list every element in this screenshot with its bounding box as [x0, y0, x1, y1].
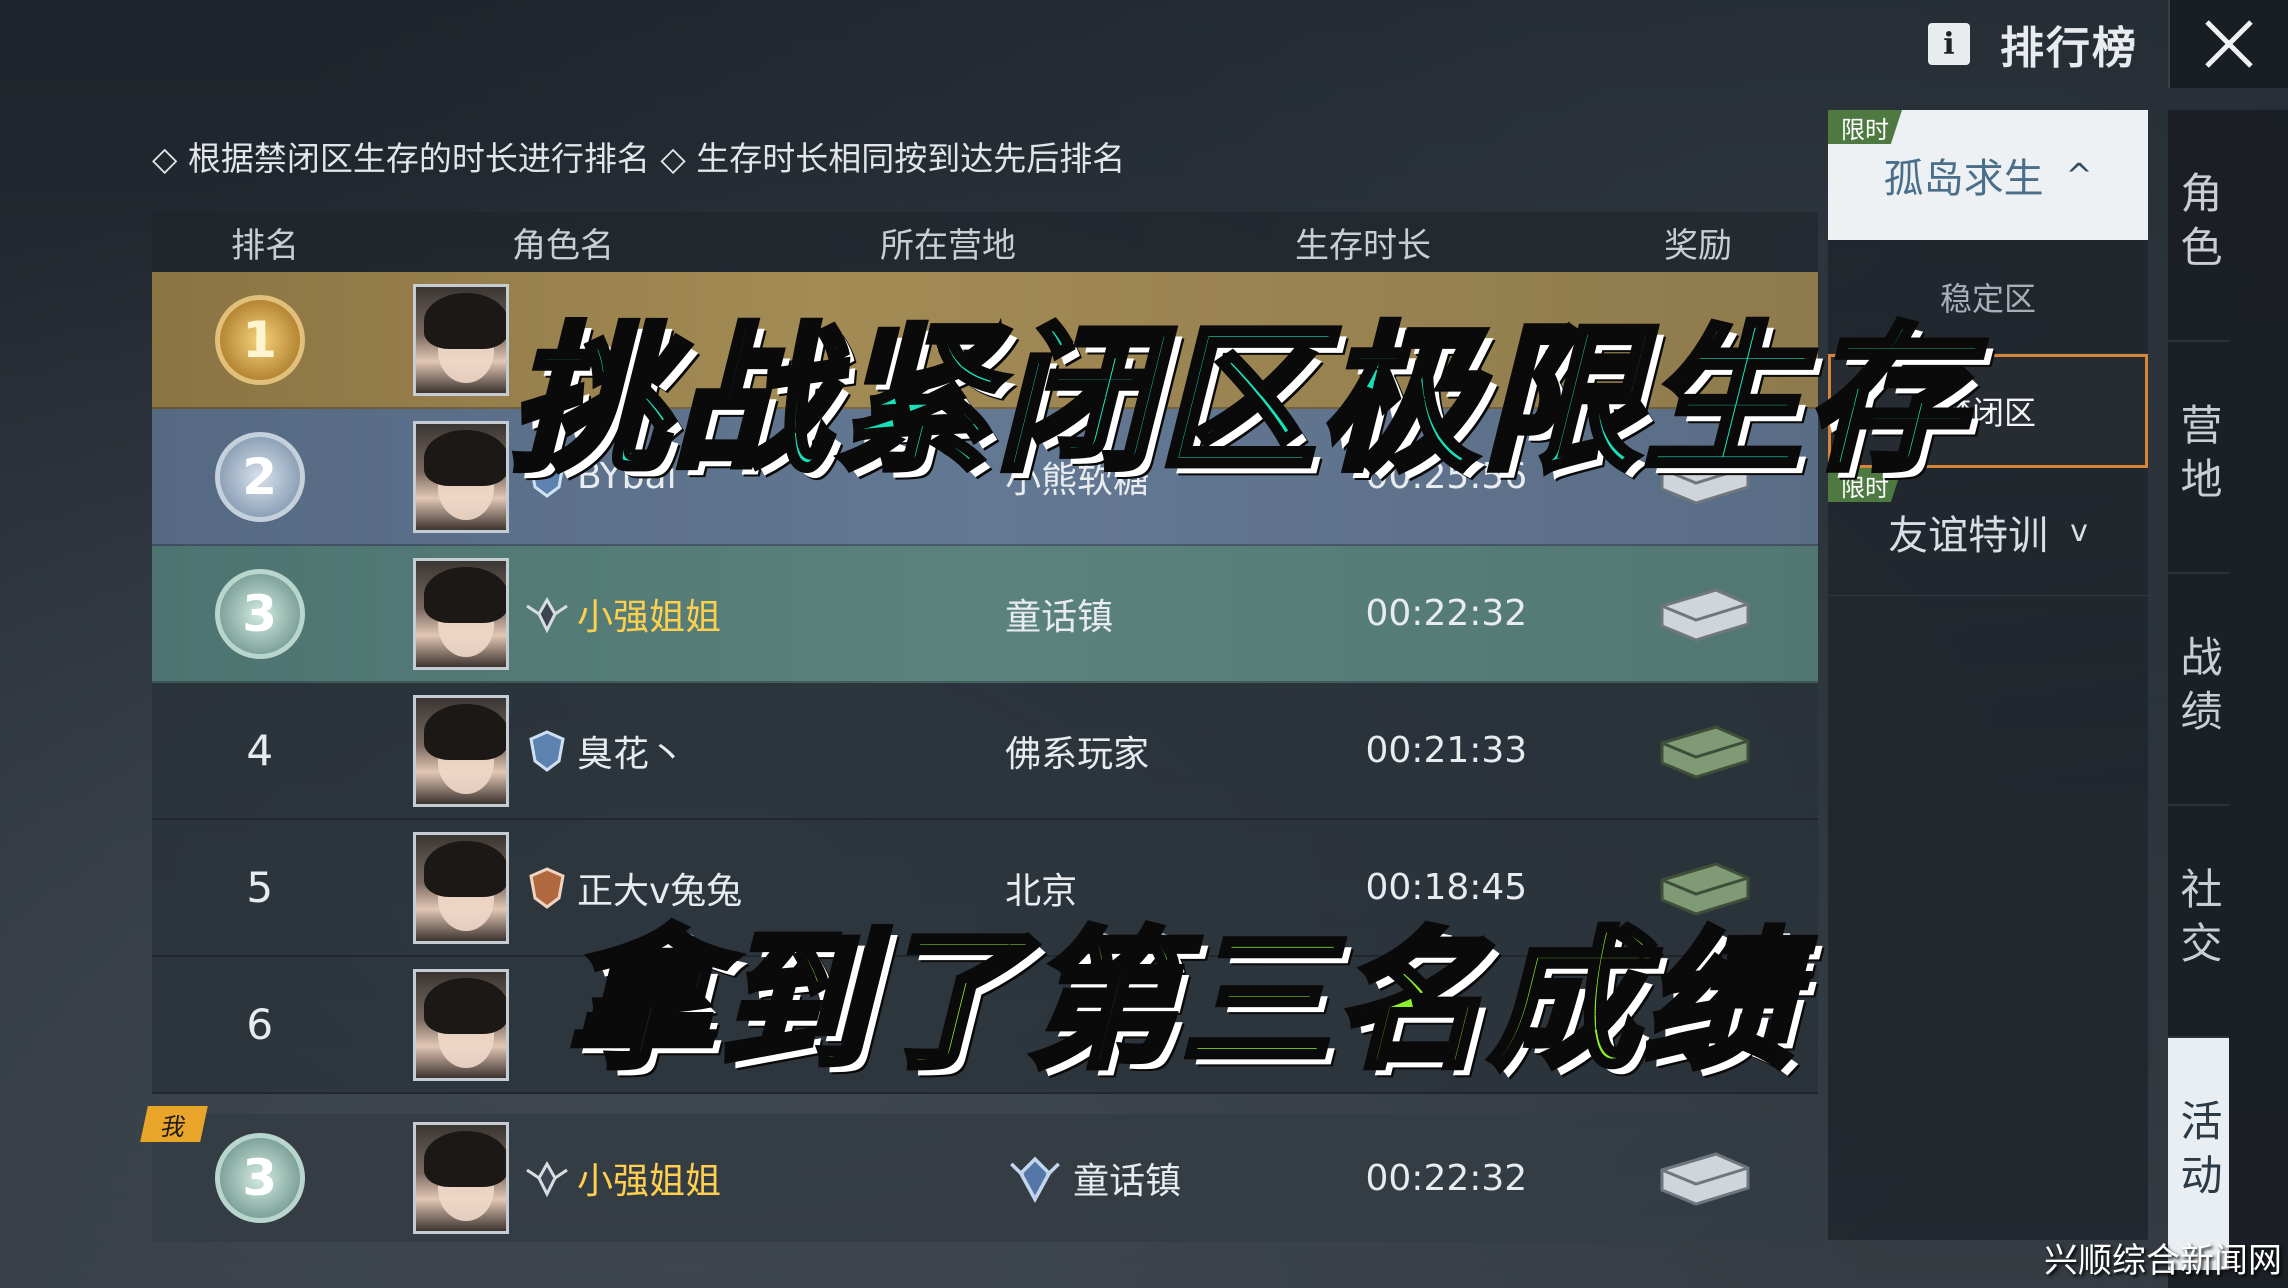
rank-cell: 4 — [246, 726, 274, 775]
ranking-hint: ◇ 根据禁闭区生存的时长进行排名 ◇ 生存时长相同按到达先后排名 — [152, 139, 1126, 178]
tab-character[interactable]: 角色 — [2168, 110, 2229, 342]
reward-cell[interactable] — [1589, 723, 1818, 779]
time-cell: 00:22:32 — [1365, 593, 1528, 634]
header-name: 角色名 — [512, 225, 614, 266]
rank-badge-silver: 2 — [214, 431, 305, 522]
avatar[interactable] — [413, 694, 509, 807]
limited-tag: 限时 — [1828, 110, 1902, 144]
silver-chest-icon — [1660, 587, 1750, 642]
rank-cell: 6 — [246, 1000, 274, 1049]
rank-badge-bronze: 3 — [214, 1133, 305, 1223]
green-chest-icon — [1660, 724, 1750, 779]
winged-rank-icon — [526, 596, 568, 633]
my-rank-row[interactable]: 我 3 小强姐姐 童话镇 00:22:32 — [140, 1106, 1818, 1242]
reward-cell[interactable] — [1589, 586, 1818, 642]
info-button[interactable]: i — [1928, 23, 1970, 65]
caption-top: 挑战紧闭区极限生存 — [507, 306, 1968, 496]
rank-cell: 3 — [152, 568, 367, 659]
camp-cell: 佛系玩家 — [1005, 733, 1150, 775]
header-reward: 奖励 — [1664, 225, 1732, 266]
avatar[interactable] — [413, 1122, 509, 1234]
table-header: 排名 角色名 所在营地 生存时长 奖励 — [152, 212, 1818, 272]
avatar[interactable] — [413, 420, 509, 533]
rank-cell: 5 — [246, 863, 274, 912]
rank-cell: 1 — [152, 294, 367, 385]
header-camp: 所在营地 — [880, 225, 1016, 266]
camp-emblem-icon — [1010, 1156, 1061, 1203]
tab-camp[interactable]: 营地 — [2168, 342, 2229, 574]
camp-cell: 童话镇 — [1005, 596, 1114, 638]
header-time: 生存时长 — [1295, 225, 1431, 266]
close-button[interactable] — [2168, 0, 2288, 88]
time-cell: 00:21:33 — [1365, 730, 1528, 771]
caption-bottom: 拿到了第三名成绩 — [562, 912, 1798, 1092]
close-icon — [2205, 20, 2253, 68]
tab-social[interactable]: 社交 — [2168, 806, 2229, 1038]
shield-rank-icon — [529, 866, 565, 909]
silver-chest-icon — [1660, 1152, 1750, 1206]
mode-label: 友谊特训 — [1888, 512, 2049, 559]
mode-dropdown-island[interactable]: 限时 孤岛求生 ^ — [1828, 110, 2148, 240]
player-name: 小强姐姐 — [576, 1161, 721, 1202]
table-row[interactable]: 4 臭花丶 佛系玩家 00:21:33 — [152, 683, 1818, 820]
name-cell: 臭花丶 — [525, 725, 925, 777]
top-bar: i 排行榜 — [1928, 0, 2288, 88]
me-tag: 我 — [140, 1106, 208, 1142]
camp-cell: 童话镇 — [925, 1152, 1243, 1204]
camp-name: 童话镇 — [1073, 1161, 1182, 1202]
mode-label: 孤岛求生 — [1883, 156, 2044, 202]
avatar[interactable] — [413, 968, 509, 1081]
rank-badge-bronze: 3 — [214, 568, 305, 659]
avatar[interactable] — [413, 831, 509, 944]
tab-record[interactable]: 战绩 — [2168, 574, 2229, 806]
avatar[interactable] — [413, 283, 509, 396]
header-rank: 排名 — [231, 225, 299, 266]
chevron-up-icon: ^ — [2065, 156, 2093, 194]
name-cell: 小强姐姐 — [525, 588, 925, 640]
reward-cell[interactable] — [1589, 1150, 1818, 1206]
player-name: 臭花丶 — [576, 733, 685, 775]
winged-rank-icon — [526, 1160, 568, 1198]
player-name: 小强姐姐 — [576, 596, 721, 638]
table-row[interactable]: 3 小强姐姐 童话镇 00:22:32 — [152, 546, 1818, 683]
side-tabs: 角色 营地 战绩 社交 活动 — [2168, 110, 2288, 1288]
avatar[interactable] — [413, 557, 509, 670]
chevron-down-icon: v — [2070, 514, 2088, 549]
time-cell: 00:22:32 — [1365, 1157, 1528, 1199]
rank-cell: 2 — [152, 431, 367, 522]
rank-cell: 3 — [152, 1133, 367, 1223]
name-cell: 小强姐姐 — [525, 1152, 925, 1204]
shield-rank-icon — [529, 729, 565, 772]
page-title: 排行榜 — [2000, 23, 2138, 74]
watermark: 兴顺综合新闻网 — [2044, 1241, 2282, 1281]
rank-badge-gold: 1 — [214, 294, 305, 385]
